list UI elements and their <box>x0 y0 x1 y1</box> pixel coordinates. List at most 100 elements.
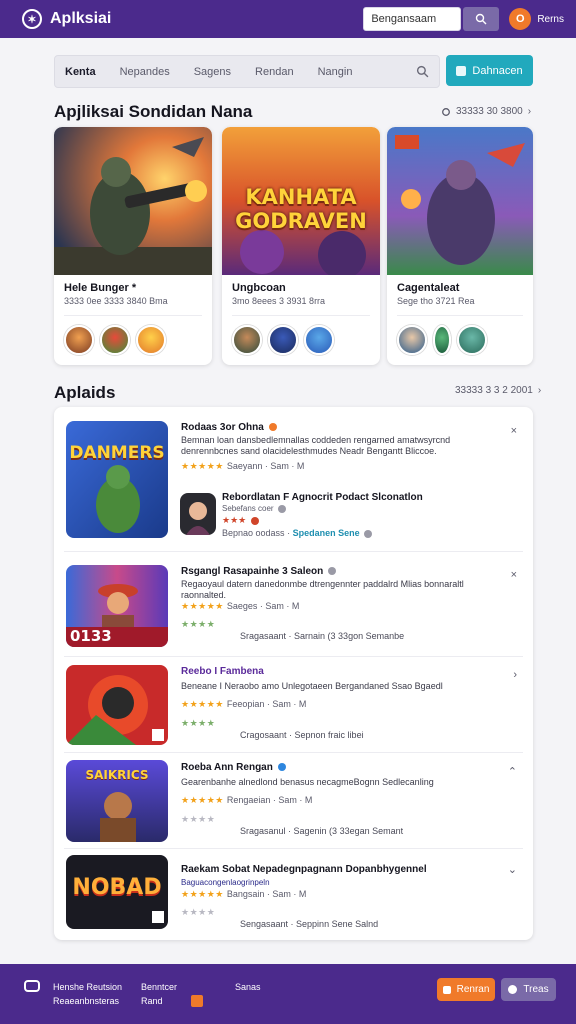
footer-purple-button[interactable]: Treas <box>501 978 556 1001</box>
card-artwork <box>54 127 212 275</box>
verified-badge-icon <box>277 763 286 772</box>
developer-avatar[interactable] <box>180 493 216 535</box>
avatar[interactable] <box>397 325 427 355</box>
user-name[interactable]: Rerns <box>537 14 564 25</box>
app-icon <box>66 665 168 745</box>
button-label: Renran <box>456 984 490 995</box>
rating-meta: Feeopian · Sam · M <box>226 699 307 709</box>
list-item[interactable]: SAIKRICS Roeba Ann Rengan Gearenbanhe al… <box>64 759 523 843</box>
brand-name[interactable]: Aplksiai <box>50 10 111 28</box>
nav-item-3[interactable]: Sagens <box>194 66 231 78</box>
rating-meta: Saeyann · Sam · M <box>226 461 305 471</box>
search-input[interactable] <box>363 7 462 31</box>
footer-link[interactable]: Rand <box>141 996 163 1006</box>
footer-orange-button[interactable]: Renran <box>437 978 495 1001</box>
footer-link[interactable]: Henshe Reutsion <box>53 982 122 992</box>
featured-link-text: 33333 30 3800 <box>456 106 523 117</box>
verified-badge-icon <box>268 423 277 432</box>
footer-link[interactable]: Reaeanbnsteras <box>53 996 119 1006</box>
rating-stars: ★★★★★ Saeges · Sam · M <box>181 601 300 611</box>
footer-link[interactable]: Benntcer <box>141 982 177 992</box>
square-icon <box>442 985 451 994</box>
list-item[interactable]: Reebo I Fambena Beneane I Neraobo amo Un… <box>64 663 523 745</box>
rating-meta: Saeges · Sam · M <box>226 601 300 611</box>
list-item[interactable]: NOBAD Raekam Sobat Nepadegnpagnann Dopan… <box>64 855 523 933</box>
globe-icon <box>508 985 518 994</box>
nav-item-2[interactable]: Nepandes <box>120 66 170 78</box>
user-avatar[interactable]: O <box>509 8 532 30</box>
avatar[interactable] <box>136 325 166 355</box>
avatar[interactable] <box>232 325 262 355</box>
verified-badge-icon <box>328 567 337 576</box>
avatar[interactable] <box>100 325 130 355</box>
secondary-rating: ★★★★ <box>181 907 216 917</box>
secondary-rating: ★★★★ <box>181 718 216 728</box>
list-item[interactable]: 0133 Rsgangl Rasapainhe 3 Saleon Regaoya… <box>64 563 523 651</box>
chevron-right-icon: › <box>527 106 532 117</box>
app-title: Reebo I Fambena <box>181 666 264 677</box>
category-nav: Kenta Nepandes Sagens Rendan Nangin <box>54 55 440 88</box>
card-meta: Sege tho 3721 Rea <box>397 296 475 306</box>
badge-icon <box>191 995 203 1007</box>
app-icon-title: SAIKRICS <box>85 768 149 782</box>
nav-item-home[interactable]: Kenta <box>65 66 96 78</box>
controller-icon[interactable] <box>24 980 40 992</box>
app-description: Bemnan loan dansbedlemnallas coddeden re… <box>181 435 451 456</box>
app-title: Rodaas 3or Ohna <box>181 422 277 433</box>
search-icon <box>476 13 487 25</box>
apps-link-text: 33333 3 3 2 2001 <box>455 385 533 396</box>
search-button[interactable] <box>463 7 500 31</box>
avatar[interactable] <box>268 325 298 355</box>
app-description: Gearenbanhe alnedlond benasus necagmeBog… <box>181 777 434 787</box>
footer-link[interactable]: Sanas <box>235 982 261 992</box>
app-icon: 0133 <box>66 565 168 647</box>
featured-card[interactable]: Cagentaleat Sege tho 3721 Rea <box>387 127 533 365</box>
primary-cta-button[interactable]: Dahnacen <box>446 55 533 86</box>
featured-see-all-link[interactable]: 33333 30 3800 › <box>441 106 531 117</box>
app-description: Regaoyaul datern danedonmbe dtrengennter… <box>181 579 464 600</box>
refresh-icon <box>442 107 450 116</box>
card-artwork: KANHATA GODRAVEN <box>222 127 380 275</box>
close-icon[interactable]: × <box>511 569 517 581</box>
rating-meta: Bangsain · Sam · M <box>226 889 307 899</box>
featured-card[interactable]: Hele Bunger * 3333 0ee 3333 3840 Bma <box>54 127 212 365</box>
developer-rating: ★★★ <box>222 515 259 526</box>
featured-card[interactable]: KANHATA GODRAVEN Ungbcoan 3mo 8eees 3 39… <box>222 127 380 365</box>
divider <box>64 315 202 316</box>
developer-subtitle: Sebefans coer <box>222 504 286 513</box>
avatar[interactable] <box>304 325 334 355</box>
card-avatar-group <box>64 325 166 355</box>
app-title: Raekam Sobat Nepadegnpagnann Dopanbhygen… <box>181 864 427 875</box>
chevron-icon[interactable]: › <box>513 669 517 681</box>
apps-section-title: Aplaids <box>54 383 116 402</box>
divider <box>64 551 523 552</box>
search-icon[interactable] <box>416 65 429 78</box>
card-meta: 3mo 8eees 3 3931 8rra <box>232 296 326 306</box>
nav-item-4[interactable]: Rendan <box>255 66 294 78</box>
featured-section-title: Apjliksai Sondidan Nana <box>54 102 253 121</box>
avatar[interactable] <box>64 325 94 355</box>
chevron-icon[interactable]: ⌃ <box>508 765 517 778</box>
avatar[interactable] <box>433 325 451 355</box>
chevron-down-icon[interactable]: ⌄ <box>508 863 517 876</box>
card-avatar-group <box>232 325 334 355</box>
app-icon: DANMERS <box>66 421 168 538</box>
button-label: Treas <box>523 984 549 995</box>
app-title: Rsgangl Rasapainhe 3 Saleon <box>181 566 337 577</box>
app-icon-title: DANMERS <box>69 443 165 463</box>
apps-see-all-link[interactable]: 33333 3 3 2 2001 › <box>455 385 541 396</box>
nav-item-5[interactable]: Nangin <box>318 66 353 78</box>
app-icon-title: 0133 <box>70 627 112 645</box>
app-footer: Sragasanul · Sagenin (3 33egan Semant <box>240 826 404 836</box>
card-title: Ungbcoan <box>232 282 286 294</box>
developer-footer: Bepnao oodass · Spedanen Sene <box>222 528 373 538</box>
app-footer: Sragasaant · Sarnain (3 33gon Semanbe <box>240 631 405 641</box>
avatar[interactable] <box>457 325 487 355</box>
apps-list-panel: DANMERS Rodaas 3or Ohna Bemnan loan dans… <box>54 407 533 940</box>
secondary-rating: ★★★★ <box>181 619 216 629</box>
card-title: Cagentaleat <box>397 282 460 294</box>
rating-stars: ★★★★★ Feeopian · Sam · M <box>181 699 307 709</box>
card-avatar-group <box>397 325 487 355</box>
logo-icon[interactable]: ✶ <box>22 9 42 29</box>
close-icon[interactable]: × <box>511 425 517 437</box>
